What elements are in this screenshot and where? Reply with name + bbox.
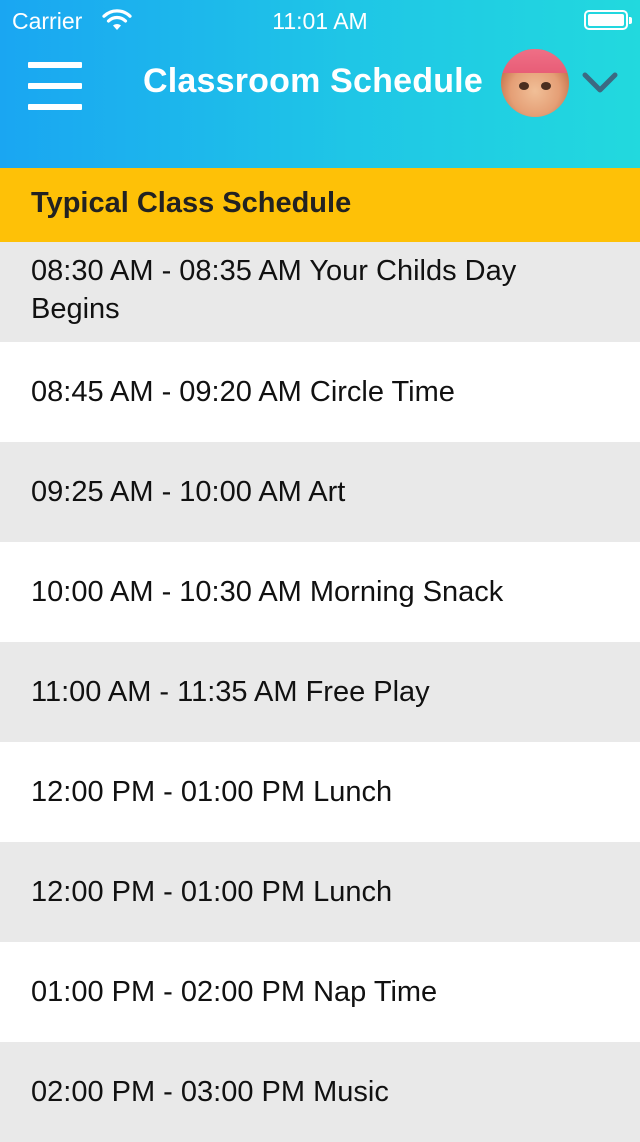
schedule-list: 08:30 AM - 08:35 AM Your Childs Day Begi… — [0, 242, 640, 1142]
schedule-item-text: 10:00 AM - 10:30 AM Morning Snack — [31, 576, 504, 608]
section-title: Typical Class Schedule — [31, 187, 352, 219]
avatar[interactable] — [501, 49, 569, 117]
status-bar: Carrier 11:01 AM — [0, 0, 640, 40]
app-header: Carrier 11:01 AM Classroom Schedule — [0, 0, 640, 168]
schedule-item-text: 01:00 PM - 02:00 PM Nap Time — [31, 976, 438, 1008]
list-item[interactable]: 12:00 PM - 01:00 PM Lunch — [0, 842, 640, 942]
list-item[interactable]: 01:00 PM - 02:00 PM Nap Time — [0, 942, 640, 1042]
page-title: Classroom Schedule — [143, 62, 483, 100]
schedule-item-text: 08:45 AM - 09:20 AM Circle Time — [31, 376, 455, 408]
section-header: Typical Class Schedule — [0, 168, 640, 242]
list-item[interactable]: 08:30 AM - 08:35 AM Your Childs Day Begi… — [0, 242, 640, 342]
list-item[interactable]: 08:45 AM - 09:20 AM Circle Time — [0, 342, 640, 442]
hamburger-menu-icon[interactable] — [28, 62, 82, 110]
status-time: 11:01 AM — [272, 8, 368, 34]
list-item[interactable]: 12:00 PM - 01:00 PM Lunch — [0, 742, 640, 842]
list-item[interactable]: 09:25 AM - 10:00 AM Art — [0, 442, 640, 542]
schedule-item-text: 12:00 PM - 01:00 PM Lunch — [31, 876, 393, 908]
list-item[interactable]: 10:00 AM - 10:30 AM Morning Snack — [0, 542, 640, 642]
schedule-item-text: 02:00 PM - 03:00 PM Music — [31, 1076, 389, 1108]
chevron-down-icon[interactable] — [580, 66, 620, 100]
schedule-item-text: 11:00 AM - 11:35 AM Free Play — [31, 676, 430, 708]
list-item[interactable]: 02:00 PM - 03:00 PM Music — [0, 1042, 640, 1142]
battery-icon — [584, 10, 632, 30]
schedule-item-text: 08:30 AM - 08:35 AM Your Childs Day Begi… — [31, 255, 517, 325]
schedule-item-text: 12:00 PM - 01:00 PM Lunch — [31, 776, 393, 808]
list-item[interactable]: 11:00 AM - 11:35 AM Free Play — [0, 642, 640, 742]
schedule-item-text: 09:25 AM - 10:00 AM Art — [31, 476, 346, 508]
